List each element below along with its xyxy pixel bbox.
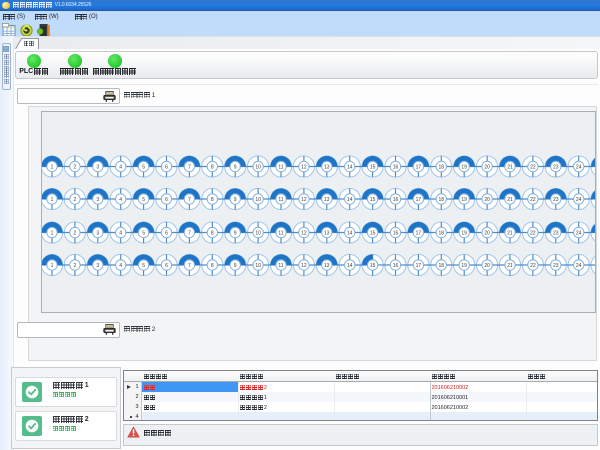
svg-text:5: 5 xyxy=(142,230,145,236)
svg-text:12: 12 xyxy=(301,197,307,203)
svg-text:22: 22 xyxy=(530,164,536,170)
svg-text:14: 14 xyxy=(347,230,353,236)
svg-text:17: 17 xyxy=(416,230,422,236)
svg-text:13: 13 xyxy=(324,164,330,170)
svg-text:13: 13 xyxy=(324,263,330,269)
svg-text:8: 8 xyxy=(211,164,214,170)
svg-text:2: 2 xyxy=(74,164,77,170)
svg-text:24: 24 xyxy=(576,197,582,203)
svg-text:23: 23 xyxy=(553,164,559,170)
svg-text:23: 23 xyxy=(553,263,559,269)
svg-text:10: 10 xyxy=(255,263,261,269)
svg-text:20: 20 xyxy=(484,230,490,236)
svg-text:10: 10 xyxy=(255,197,261,203)
svg-text:24: 24 xyxy=(576,230,582,236)
svg-text:19: 19 xyxy=(461,197,467,203)
svg-text:20: 20 xyxy=(484,263,490,269)
svg-text:1: 1 xyxy=(51,164,54,170)
svg-text:24: 24 xyxy=(576,263,582,269)
svg-text:3: 3 xyxy=(96,197,99,203)
svg-text:14: 14 xyxy=(347,164,353,170)
svg-text:2: 2 xyxy=(74,263,77,269)
svg-text:16: 16 xyxy=(393,230,399,236)
svg-text:4: 4 xyxy=(119,164,122,170)
svg-text:12: 12 xyxy=(301,230,307,236)
svg-text:14: 14 xyxy=(347,263,353,269)
svg-text:11: 11 xyxy=(278,197,283,203)
svg-text:24: 24 xyxy=(576,164,582,170)
svg-text:17: 17 xyxy=(416,164,422,170)
svg-text:19: 19 xyxy=(461,164,467,170)
svg-text:15: 15 xyxy=(370,230,376,236)
svg-text:9: 9 xyxy=(234,263,237,269)
svg-text:18: 18 xyxy=(439,164,445,170)
svg-text:10: 10 xyxy=(255,164,261,170)
svg-text:4: 4 xyxy=(119,230,122,236)
svg-text:22: 22 xyxy=(530,230,536,236)
svg-text:1: 1 xyxy=(51,230,54,236)
svg-text:6: 6 xyxy=(165,197,168,203)
svg-text:21: 21 xyxy=(507,263,513,269)
svg-text:12: 12 xyxy=(301,164,307,170)
svg-text:13: 13 xyxy=(324,230,330,236)
svg-text:16: 16 xyxy=(393,197,399,203)
svg-text:3: 3 xyxy=(96,263,99,269)
svg-text:18: 18 xyxy=(439,230,445,236)
svg-text:23: 23 xyxy=(553,230,559,236)
svg-text:8: 8 xyxy=(211,197,214,203)
svg-text:19: 19 xyxy=(461,263,467,269)
svg-text:7: 7 xyxy=(188,197,191,203)
svg-text:11: 11 xyxy=(278,230,283,236)
svg-text:16: 16 xyxy=(393,164,399,170)
svg-text:2: 2 xyxy=(74,197,77,203)
svg-text:8: 8 xyxy=(211,230,214,236)
svg-text:11: 11 xyxy=(278,263,283,269)
svg-text:7: 7 xyxy=(188,164,191,170)
svg-text:21: 21 xyxy=(507,197,513,203)
svg-text:8: 8 xyxy=(211,263,214,269)
svg-text:22: 22 xyxy=(530,263,536,269)
svg-text:13: 13 xyxy=(324,197,330,203)
svg-text:3: 3 xyxy=(96,164,99,170)
svg-text:7: 7 xyxy=(188,230,191,236)
svg-text:19: 19 xyxy=(461,230,467,236)
svg-text:15: 15 xyxy=(370,164,376,170)
svg-text:4: 4 xyxy=(119,263,122,269)
svg-text:12: 12 xyxy=(301,263,307,269)
svg-text:4: 4 xyxy=(119,197,122,203)
svg-text:5: 5 xyxy=(142,263,145,269)
svg-text:9: 9 xyxy=(234,230,237,236)
svg-text:17: 17 xyxy=(416,263,422,269)
svg-text:1: 1 xyxy=(51,263,54,269)
svg-text:10: 10 xyxy=(255,230,261,236)
svg-text:5: 5 xyxy=(142,164,145,170)
svg-text:21: 21 xyxy=(507,164,513,170)
svg-text:14: 14 xyxy=(347,197,353,203)
svg-text:23: 23 xyxy=(553,197,559,203)
svg-text:6: 6 xyxy=(165,230,168,236)
svg-text:16: 16 xyxy=(393,263,399,269)
svg-text:22: 22 xyxy=(530,197,536,203)
svg-text:7: 7 xyxy=(188,263,191,269)
svg-text:20: 20 xyxy=(484,164,490,170)
svg-text:11: 11 xyxy=(278,164,283,170)
svg-text:6: 6 xyxy=(165,263,168,269)
svg-text:18: 18 xyxy=(439,263,445,269)
svg-text:9: 9 xyxy=(234,197,237,203)
svg-text:6: 6 xyxy=(165,164,168,170)
svg-text:3: 3 xyxy=(96,230,99,236)
svg-text:9: 9 xyxy=(234,164,237,170)
svg-text:18: 18 xyxy=(439,197,445,203)
svg-text:17: 17 xyxy=(416,197,422,203)
svg-text:5: 5 xyxy=(142,197,145,203)
svg-text:21: 21 xyxy=(507,230,513,236)
svg-text:1: 1 xyxy=(51,197,54,203)
svg-text:2: 2 xyxy=(74,230,77,236)
svg-text:15: 15 xyxy=(370,197,376,203)
svg-text:15: 15 xyxy=(370,263,376,269)
svg-text:20: 20 xyxy=(484,197,490,203)
